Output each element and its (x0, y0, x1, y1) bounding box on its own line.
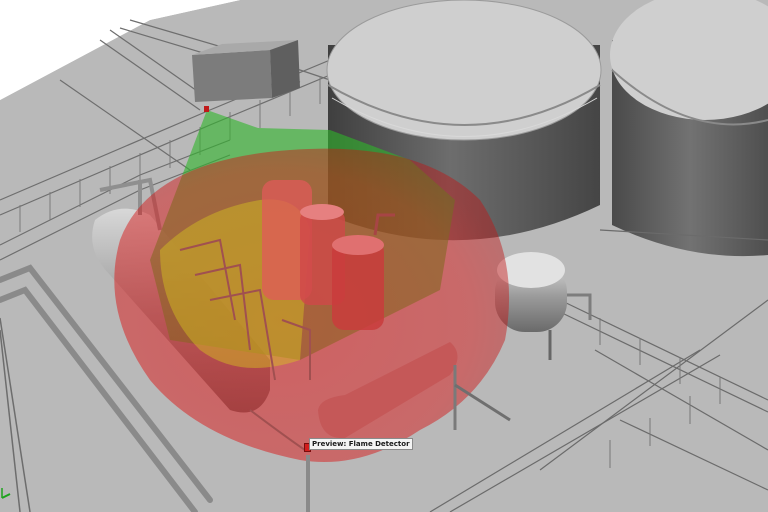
equipment-shelter (192, 40, 300, 102)
3d-viewport[interactable]: Preview: Flame Detector (0, 0, 768, 512)
axis-triad-icon (1, 488, 11, 499)
preview-label: Preview: Flame Detector (309, 438, 413, 450)
plant-scene[interactable] (0, 0, 768, 512)
detector-apex-icon[interactable] (204, 106, 209, 112)
storage-tank-2 (610, 0, 768, 257)
